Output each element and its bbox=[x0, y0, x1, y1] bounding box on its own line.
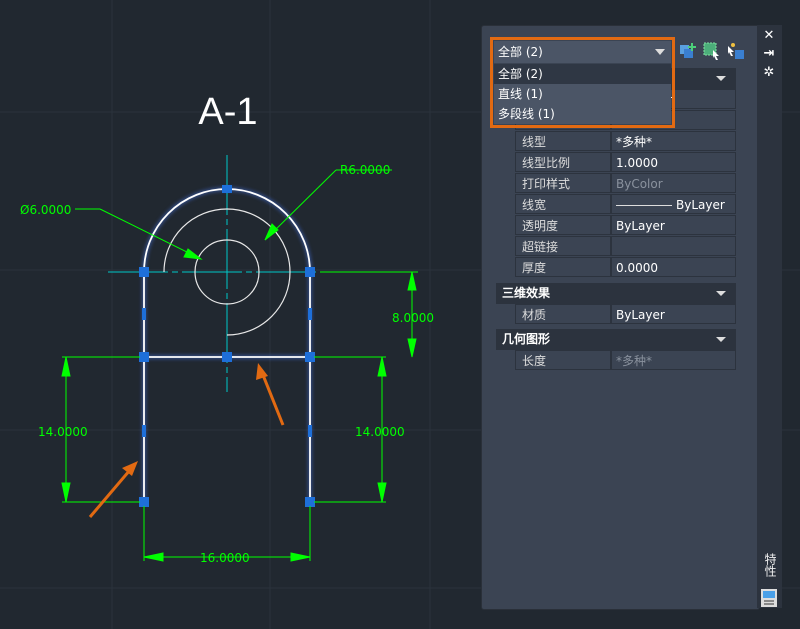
palette-sidebar: ✕ ⇥ ✲ 特性 bbox=[757, 25, 782, 608]
settings-icon[interactable]: ✲ bbox=[761, 65, 777, 81]
autohide-icon[interactable]: ⇥ bbox=[761, 46, 777, 62]
property-row[interactable]: 透明度 ByLayer bbox=[515, 215, 736, 236]
property-value[interactable]: ByLayer bbox=[611, 304, 736, 324]
property-value[interactable]: *多种* bbox=[611, 131, 736, 151]
property-name: 线型 bbox=[515, 131, 611, 151]
property-name: 打印样式 bbox=[515, 173, 611, 193]
dim-bottom: 16.0000 bbox=[200, 551, 250, 565]
property-name: 透明度 bbox=[515, 215, 611, 235]
dim-height-right: 8.0000 bbox=[392, 311, 434, 325]
property-row[interactable]: 线型 *多种* bbox=[515, 131, 736, 152]
property-name: 线型比例 bbox=[515, 152, 611, 172]
lineweight-sample bbox=[616, 205, 672, 206]
property-row[interactable]: 超链接 bbox=[515, 236, 736, 257]
property-row[interactable]: 打印样式 ByColor bbox=[515, 173, 736, 194]
property-row[interactable]: 长度 *多种* bbox=[515, 350, 736, 371]
dim-left: 14.0000 bbox=[38, 425, 88, 439]
quick-select-icon[interactable] bbox=[727, 42, 745, 60]
dim-right: 14.0000 bbox=[355, 425, 405, 439]
properties-palette-icon[interactable] bbox=[761, 589, 777, 607]
property-name: 超链接 bbox=[515, 236, 611, 256]
section-header[interactable]: 几何图形 bbox=[496, 329, 736, 350]
property-value[interactable]: 1.0000 bbox=[611, 152, 736, 172]
section-title: 几何图形 bbox=[502, 332, 551, 346]
section-title: 三维效果 bbox=[502, 286, 551, 300]
annotation-arrows bbox=[88, 363, 285, 518]
highlight-box bbox=[490, 37, 675, 128]
property-value[interactable] bbox=[611, 236, 736, 256]
property-value-text: ByLayer bbox=[616, 219, 665, 233]
property-value-text: 0.0000 bbox=[616, 261, 658, 275]
dim-diameter: Ø6.0000 bbox=[20, 203, 71, 217]
chevron-down-icon[interactable] bbox=[716, 76, 726, 81]
select-objects-icon[interactable] bbox=[703, 42, 721, 60]
property-row[interactable]: 材质 ByLayer bbox=[515, 304, 736, 325]
property-value[interactable]: ByLayer bbox=[611, 215, 736, 235]
property-value[interactable]: *多种* bbox=[611, 350, 736, 370]
properties-panel: 全部 (2) 全部 (2) 直线 (1) 多段线 (1) er 线型*多种*线型… bbox=[481, 25, 760, 610]
chevron-down-icon[interactable] bbox=[716, 337, 726, 342]
property-name: 材质 bbox=[515, 304, 611, 324]
property-value-text: 1.0000 bbox=[616, 156, 658, 170]
property-name: 长度 bbox=[515, 350, 611, 370]
property-value[interactable]: 0.0000 bbox=[611, 257, 736, 277]
drawing-title: A-1 bbox=[198, 91, 257, 133]
section-header[interactable]: 三维效果 bbox=[496, 283, 736, 304]
dim-radius: R6.0000 bbox=[340, 163, 390, 177]
close-icon[interactable]: ✕ bbox=[761, 28, 777, 44]
property-row[interactable]: 线宽 ByLayer bbox=[515, 194, 736, 215]
property-row[interactable]: 线型比例 1.0000 bbox=[515, 152, 736, 173]
property-value-text: *多种* bbox=[616, 135, 653, 149]
toggle-pickadd-icon[interactable] bbox=[679, 42, 697, 60]
palette-title: 特性 bbox=[763, 553, 777, 577]
property-name: 线宽 bbox=[515, 194, 611, 214]
property-value[interactable]: ByLayer bbox=[611, 194, 736, 214]
property-value-text: ByLayer bbox=[676, 198, 725, 212]
property-name: 厚度 bbox=[515, 257, 611, 277]
property-value-text: ByColor bbox=[616, 177, 663, 191]
chevron-down-icon[interactable] bbox=[716, 291, 726, 296]
property-value[interactable]: ByColor bbox=[611, 173, 736, 193]
property-row[interactable]: 厚度 0.0000 bbox=[515, 257, 736, 278]
